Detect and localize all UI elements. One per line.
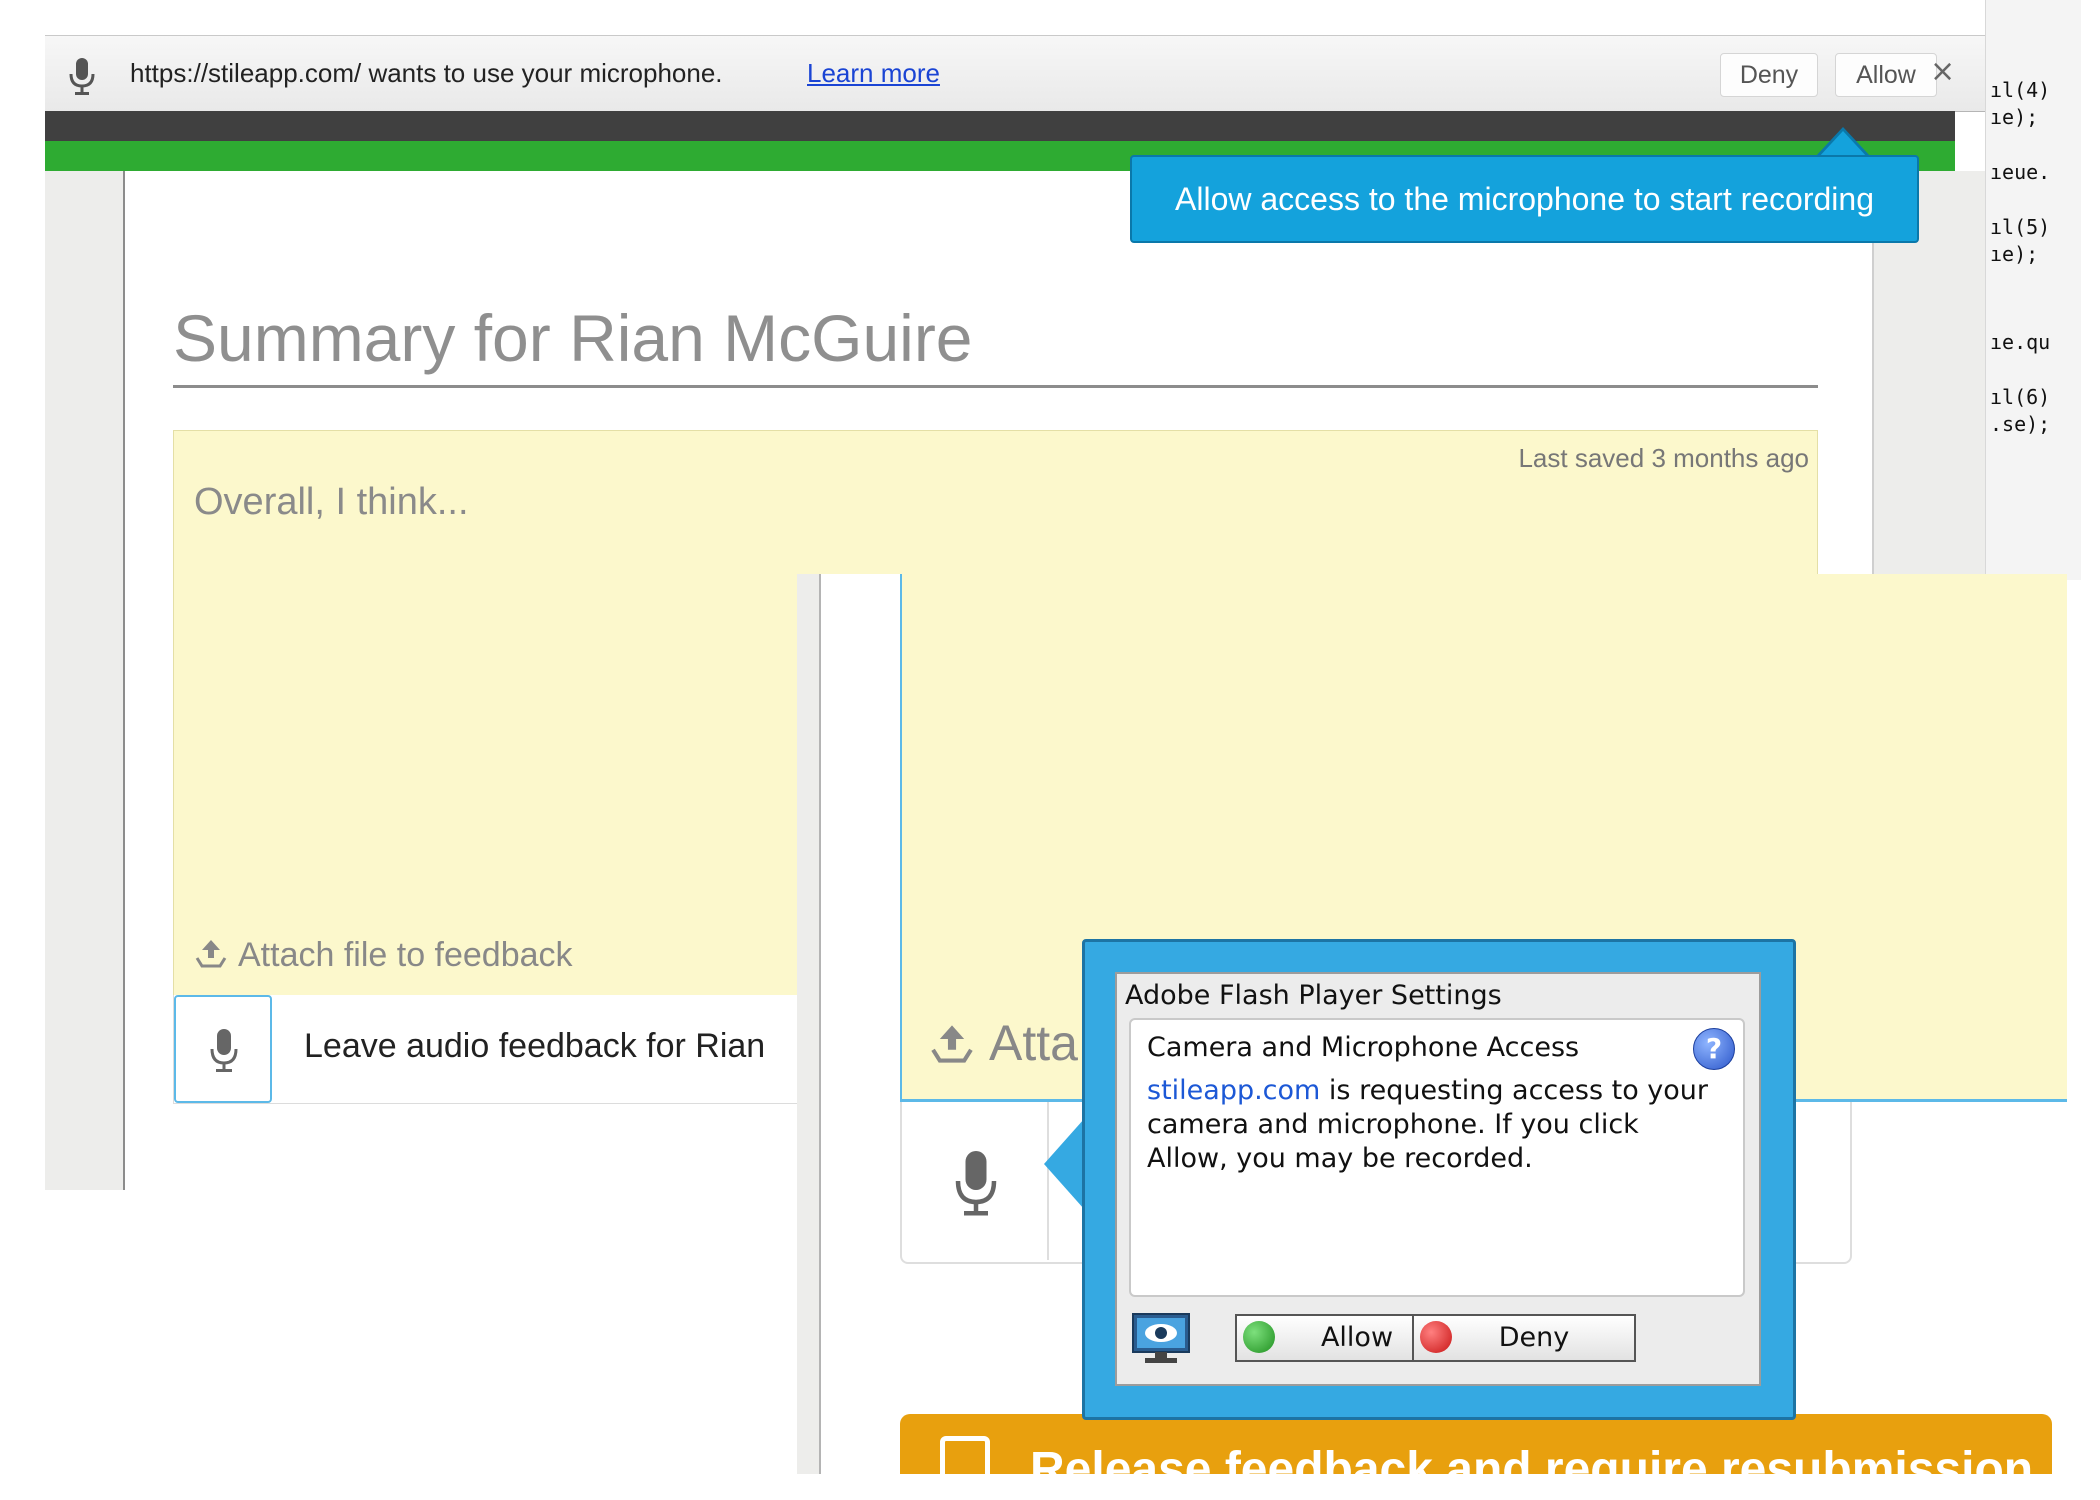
release-feedback-label: Release feedback and require resubmissio…: [1030, 1443, 2034, 1474]
microphone-icon: [210, 1029, 238, 1072]
dialog-pointer: [1044, 1119, 1084, 1209]
microphone-icon: [955, 1151, 997, 1216]
deny-button[interactable]: Deny: [1412, 1314, 1636, 1362]
deny-label: Deny: [1498, 1322, 1570, 1353]
last-saved-status: Last saved 3 months ago: [1518, 443, 1809, 473]
page-background: [797, 574, 821, 1474]
microphone-icon: [69, 58, 95, 95]
code-line: ıl(4): [1990, 78, 2051, 102]
code-line: .se);: [1990, 412, 2051, 436]
dialog-heading: Camera and Microphone Access: [1147, 1032, 1580, 1063]
microphone-tooltip: Allow access to the microphone to start …: [1130, 155, 1919, 243]
microphone-permission-bar: https://stileapp.com/ wants to use your …: [45, 35, 1985, 112]
code-line: ıe);: [1990, 105, 2039, 129]
permission-message: https://stileapp.com/ wants to use your …: [130, 58, 723, 88]
code-line: ıeue.: [1990, 160, 2051, 184]
feedback-placeholder: Overall, I think...: [194, 481, 469, 523]
audio-feedback-row: Leave audio feedback for Rian: [173, 995, 875, 1104]
dialog-content: Camera and Microphone Access ? stileapp.…: [1129, 1018, 1745, 1297]
attach-file-link[interactable]: Atta: [927, 1014, 1078, 1072]
tooltip-arrow: [1818, 131, 1868, 158]
dialog-message: stileapp.com is requesting access to you…: [1147, 1074, 1717, 1176]
audio-feedback-label: Leave audio feedback for Rian: [304, 1027, 766, 1065]
upload-icon: [195, 940, 227, 968]
attach-file-label: Attach file to feedback: [238, 936, 573, 974]
app-header-bar: [45, 111, 1955, 141]
code-line: ıl(5): [1990, 215, 2051, 239]
attach-file-label: Atta: [989, 1015, 1078, 1071]
page-background: [45, 171, 123, 1190]
upload-icon: [931, 1025, 973, 1063]
page-title: Summary for Rian McGuire: [173, 301, 973, 375]
code-line: ıe);: [1990, 242, 2039, 266]
dialog-title: Adobe Flash Player Settings: [1125, 980, 1502, 1011]
document-icon: [940, 1436, 990, 1474]
title-divider: [173, 385, 1818, 388]
flash-screenshot: Atta Release feedback and require resubm…: [797, 574, 2067, 1474]
code-line: ıl(6): [1990, 385, 2051, 409]
privacy-settings-icon[interactable]: [1131, 1312, 1191, 1366]
attach-file-link[interactable]: Attach file to feedback: [194, 936, 573, 975]
help-icon[interactable]: ?: [1693, 1028, 1735, 1070]
release-feedback-button[interactable]: Release feedback and require resubmissio…: [900, 1414, 2052, 1474]
code-line: ıe.qu: [1990, 330, 2051, 354]
allow-button[interactable]: Allow: [1835, 53, 1937, 97]
flash-settings-popup: Adobe Flash Player Settings Camera and M…: [1082, 939, 1796, 1420]
deny-button[interactable]: Deny: [1720, 53, 1818, 97]
close-icon[interactable]: ×: [1930, 54, 1955, 89]
flash-settings-dialog: Adobe Flash Player Settings Camera and M…: [1115, 972, 1761, 1386]
record-audio-button[interactable]: [174, 995, 272, 1103]
learn-more-link[interactable]: Learn more: [807, 58, 940, 89]
requesting-domain: stileapp.com: [1147, 1075, 1321, 1106]
record-audio-button[interactable]: [902, 1102, 1049, 1260]
background-code-editor: ıl(4) ıe); ıeue. ıl(5) ıe); ıe.qu ıl(6) …: [1985, 0, 2081, 580]
